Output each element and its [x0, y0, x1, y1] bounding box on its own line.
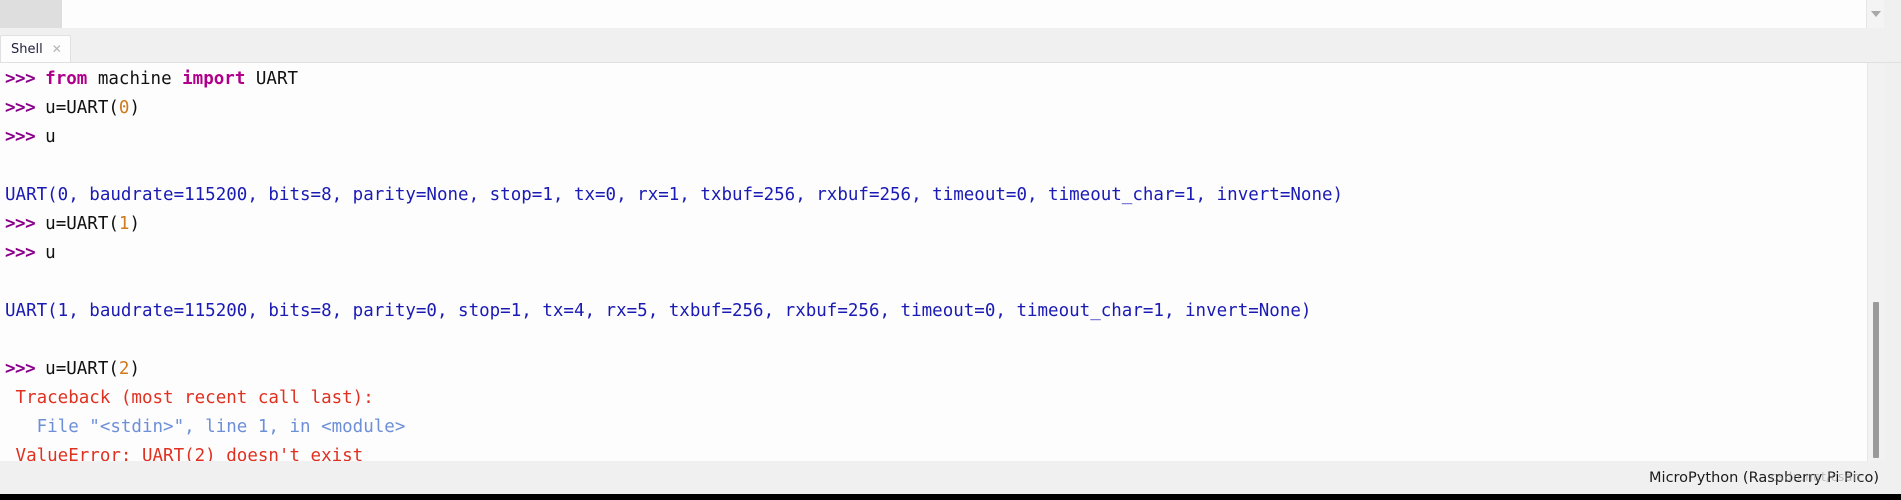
shell-token-kw: from [45, 69, 88, 89]
editor-vertical-scrollbar[interactable] [1866, 0, 1884, 28]
shell-line-spacer [0, 152, 1865, 181]
shell-line-input: >>> u=UART(2) [0, 355, 1865, 384]
editor-text-area[interactable] [62, 0, 1861, 29]
shell-line-spacer [0, 268, 1865, 297]
shell-token-prompt: >>> [5, 243, 46, 263]
shell-line-output: UART(0, baudrate=115200, bits=8, parity=… [0, 181, 1865, 210]
shell-token-num: 1 [118, 214, 130, 234]
shell-line-output: UART(1, baudrate=115200, bits=8, parity=… [0, 297, 1865, 326]
shell-line-error: Traceback (most recent call last): [0, 384, 1865, 413]
shell-token-err: Traceback (most recent call last): [5, 388, 374, 408]
tab-shell-label: Shell [11, 41, 43, 57]
thonny-window: Shell ✕ >>> from machine import UART >>> … [0, 0, 1901, 500]
shell-token-plain: u=UART( [45, 98, 119, 118]
shell-line-input: >>> u [0, 123, 1865, 152]
shell-line-input: >>> u [0, 239, 1865, 268]
shell-tabbar: Shell ✕ [0, 33, 1901, 62]
editor-right-filler [1884, 0, 1901, 28]
shell-token-prompt: >>> [5, 359, 46, 379]
status-bar: MicroPython (Raspberry Pi Pico) [0, 461, 1901, 494]
window-bottom-edge [0, 494, 1901, 500]
shell-token-prompt: >>> [5, 127, 46, 147]
tab-shell[interactable]: Shell ✕ [0, 35, 71, 62]
shell-token-plain: ) [129, 359, 141, 379]
shell-token-num: 0 [118, 98, 130, 118]
shell-token-prompt: >>> [5, 98, 46, 118]
shell-scrollbar-thumb[interactable] [1873, 302, 1879, 458]
chevron-down-icon[interactable] [1870, 11, 1881, 17]
close-icon[interactable]: ✕ [52, 43, 62, 55]
shell-token-num: 2 [118, 359, 130, 379]
shell-token-plain: u [45, 127, 56, 147]
shell-console-text[interactable]: >>> from machine import UART >>> u=UART(0… [0, 65, 1865, 461]
shell-token-plain: ) [129, 98, 141, 118]
shell-line-error: ValueError: UART(2) doesn't exist [0, 442, 1865, 461]
shell-token-kw: import [182, 69, 246, 89]
shell-pane[interactable]: >>> from machine import UART >>> u=UART(0… [0, 62, 1901, 461]
shell-line-input: >>> from machine import UART [0, 65, 1865, 94]
shell-token-plain: ) [129, 214, 141, 234]
shell-token-prompt: >>> [5, 214, 46, 234]
shell-token-plain: u=UART( [45, 359, 119, 379]
shell-line-input: >>> u=UART(0) [0, 94, 1865, 123]
shell-token-plain: machine [87, 69, 183, 89]
shell-token-plain: u=UART( [45, 214, 119, 234]
shell-token-err: ValueError: UART(2) doesn't exist [5, 446, 364, 461]
shell-line-error: File "<stdin>", line 1, in <module> [0, 413, 1865, 442]
shell-token-prompt: >>> [5, 69, 46, 89]
shell-token-plain: u [45, 243, 56, 263]
shell-right-filler [1885, 63, 1901, 461]
interpreter-status[interactable]: MicroPython (Raspberry Pi Pico) [1649, 470, 1901, 486]
shell-line-spacer [0, 326, 1865, 355]
shell-line-input: >>> u=UART(1) [0, 210, 1865, 239]
editor-line-number-gutter [0, 0, 62, 28]
shell-token-out: UART(0, baudrate=115200, bits=8, parity=… [5, 185, 1344, 205]
shell-token-plain: UART [245, 69, 299, 89]
shell-token-out: UART(1, baudrate=115200, bits=8, parity=… [5, 301, 1312, 321]
shell-vertical-scrollbar[interactable] [1867, 63, 1885, 461]
shell-token-errfile[interactable]: File "<stdin>", line 1, in <module> [5, 417, 406, 437]
